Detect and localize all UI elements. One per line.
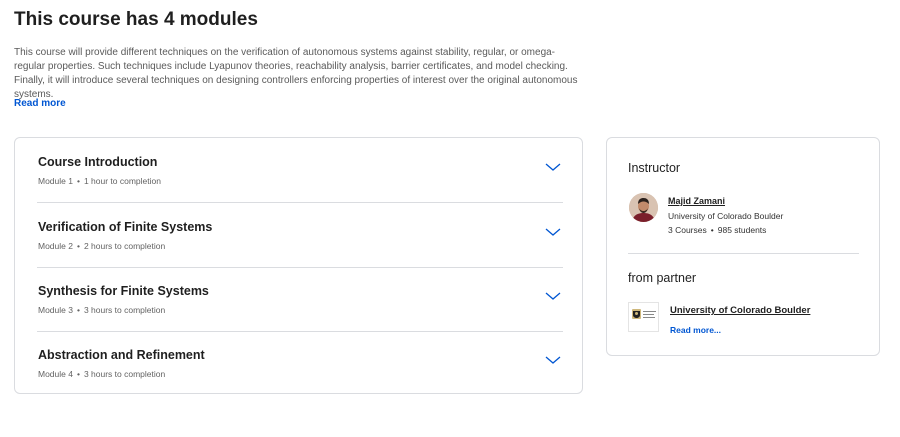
read-more-link[interactable]: Read more (14, 98, 66, 109)
partner-name-link[interactable]: University of Colorado Boulder (670, 305, 810, 316)
instructor-heading: Instructor (628, 161, 681, 175)
module-title: Synthesis for Finite Systems (38, 284, 209, 298)
module-item-2[interactable]: Verification of Finite Systems Module 2 •… (37, 203, 563, 267)
instructor-org: University of Colorado Boulder (668, 211, 784, 221)
partner-read-more-link[interactable]: Read more... (670, 325, 721, 335)
separator-dot: • (76, 241, 80, 251)
chevron-down-icon[interactable] (545, 291, 561, 301)
separator-dot: • (76, 369, 80, 379)
module-meta: Module 1 • 1 hour to completion (38, 176, 161, 186)
avatar[interactable] (629, 193, 658, 222)
module-number: Module 1 (38, 176, 73, 186)
module-meta: Module 3 • 3 hours to completion (38, 305, 165, 315)
university-logo-icon (632, 309, 656, 319)
separator-dot: • (76, 176, 80, 186)
modules-card: Course Introduction Module 1 • 1 hour to c… (14, 137, 583, 394)
chevron-down-icon[interactable] (545, 162, 561, 172)
module-title: Course Introduction (38, 155, 158, 169)
module-number: Module 4 (38, 369, 73, 379)
instructor-name-link[interactable]: Majid Zamani (668, 196, 725, 206)
module-duration: 3 hours to completion (83, 369, 166, 379)
chevron-down-icon[interactable] (545, 227, 561, 237)
instructor-courses: 3 Courses (668, 225, 707, 235)
chevron-down-icon[interactable] (545, 355, 561, 365)
module-number: Module 2 (38, 241, 73, 251)
separator-dot: • (76, 305, 80, 315)
course-description: This course will provide different techn… (14, 47, 578, 100)
module-duration: 3 hours to completion (83, 305, 166, 315)
module-meta: Module 2 • 2 hours to completion (38, 241, 165, 251)
instructor-students: 985 students (717, 225, 767, 235)
module-item-3[interactable]: Synthesis for Finite Systems Module 3 • 3 … (37, 267, 563, 331)
module-title: Verification of Finite Systems (38, 220, 213, 234)
instructor-stats: 3 Courses • 985 students (668, 225, 766, 235)
instructor-card: Instructor Majid Zamani University of Co… (606, 137, 880, 356)
module-item-4[interactable]: Abstraction and Refinement Module 4 • 3 ho… (37, 331, 563, 395)
separator-dot: • (710, 225, 714, 235)
module-item-1[interactable]: Course Introduction Module 1 • 1 hour to c… (37, 138, 563, 202)
person-icon (629, 193, 658, 222)
card-divider (628, 253, 859, 254)
partner-heading: from partner (628, 271, 697, 285)
module-title: Abstraction and Refinement (38, 348, 205, 362)
module-meta: Module 4 • 3 hours to completion (38, 369, 165, 379)
module-duration: 2 hours to completion (83, 241, 166, 251)
module-number: Module 3 (38, 305, 73, 315)
module-duration: 1 hour to completion (83, 176, 161, 186)
partner-logo[interactable] (628, 302, 659, 332)
page-title: This course has 4 modules (14, 9, 258, 30)
